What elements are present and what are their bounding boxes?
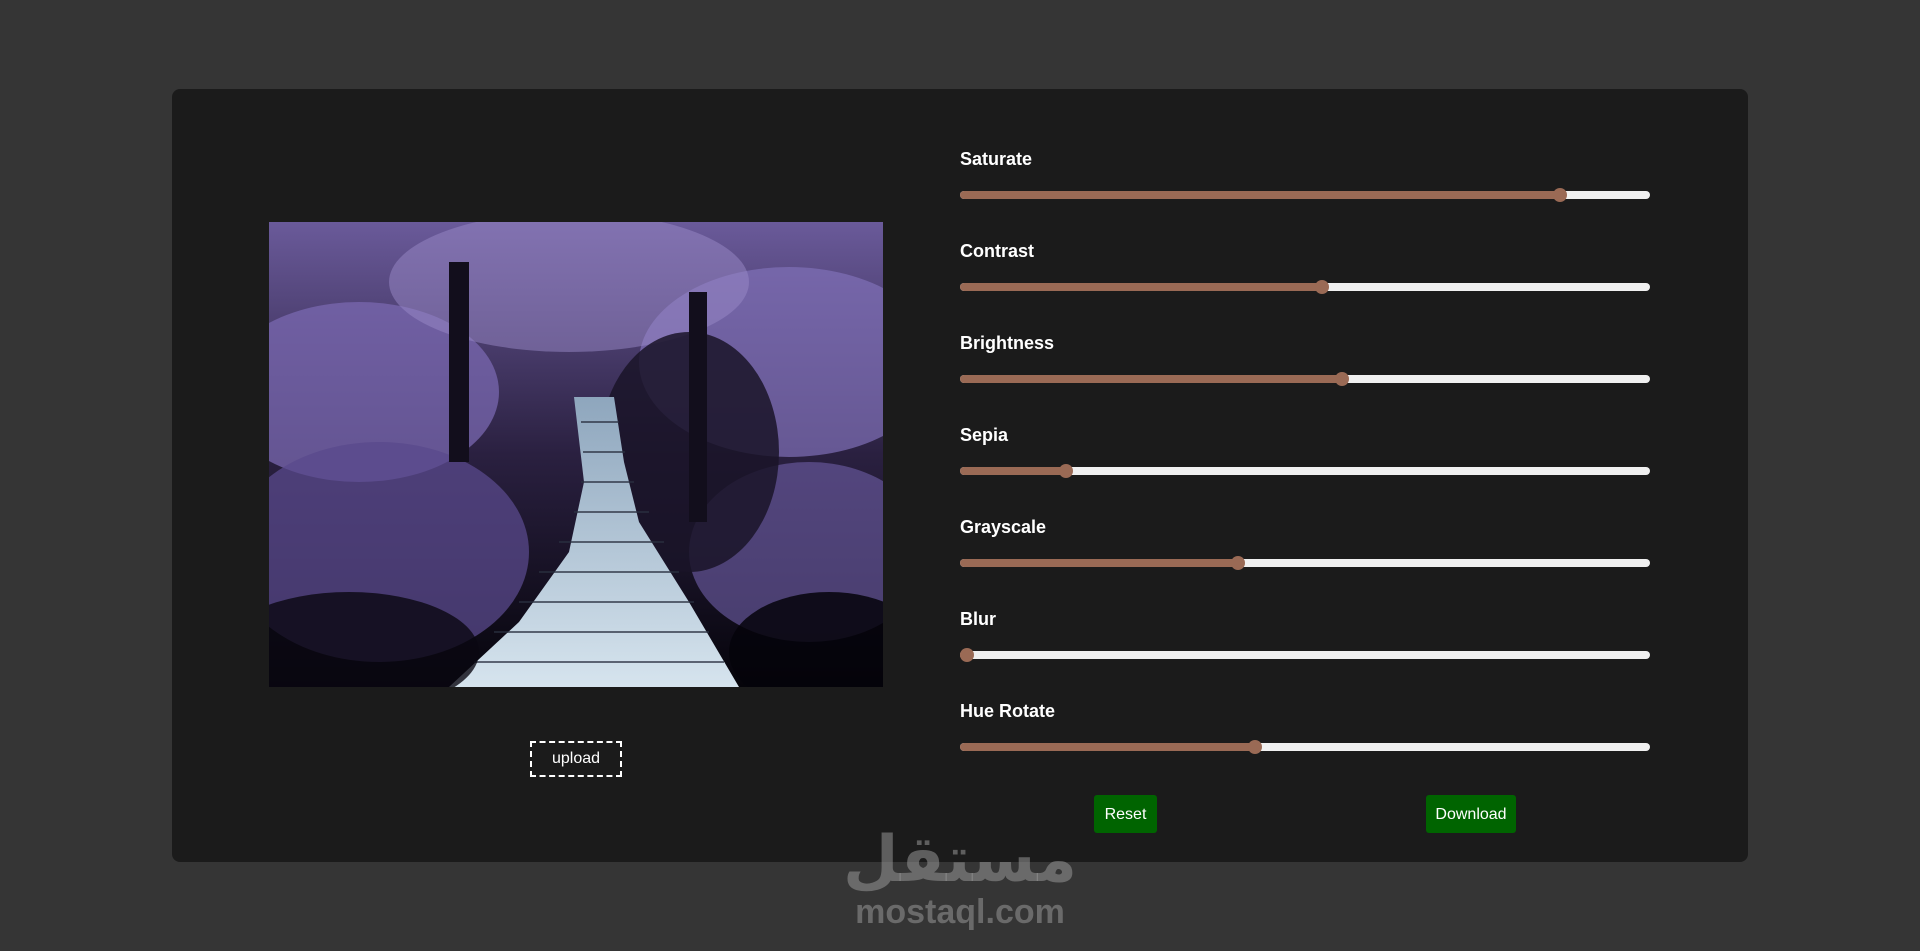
image-preview	[269, 222, 883, 687]
slider-thumb[interactable]	[959, 648, 974, 662]
filter-blur: Blur	[959, 607, 1650, 699]
grayscale-slider[interactable]	[960, 556, 1650, 570]
upload-button[interactable]: upload	[530, 741, 622, 777]
filter-label: Brightness	[960, 333, 1055, 353]
slider-thumb[interactable]	[1334, 372, 1349, 386]
filter-grayscale: Grayscale	[960, 515, 1650, 607]
slider-thumb[interactable]	[1247, 740, 1262, 754]
filter-brightness: Brightness	[960, 331, 1650, 423]
slider-fill	[960, 559, 1239, 567]
slider-thumb[interactable]	[1315, 280, 1330, 294]
slider-fill	[960, 743, 1255, 751]
slider-thumb[interactable]	[1231, 556, 1246, 570]
filter-label: Sepia	[960, 425, 1009, 445]
filter-saturate: Saturate	[960, 147, 1650, 239]
download-button[interactable]: Download	[1426, 795, 1516, 833]
preview-image	[269, 222, 883, 687]
filter-label: Hue Rotate	[960, 701, 1056, 721]
slider-thumb[interactable]	[1553, 188, 1568, 202]
saturate-slider[interactable]	[960, 188, 1650, 202]
filter-label: Grayscale	[960, 517, 1047, 537]
filter-controls: Saturate Contrast Brightness Sepia Grays…	[959, 147, 1650, 791]
filter-sepia: Sepia	[960, 423, 1650, 515]
filter-label: Contrast	[960, 241, 1035, 261]
reset-button[interactable]: Reset	[1094, 795, 1157, 833]
sepia-slider[interactable]	[960, 464, 1650, 478]
brightness-slider[interactable]	[960, 372, 1650, 386]
slider-fill	[960, 283, 1323, 291]
blur-slider[interactable]	[959, 648, 1650, 662]
slider-fill	[960, 375, 1342, 383]
filter-hue-rotate: Hue Rotate	[960, 699, 1650, 791]
filter-label: Blur	[960, 609, 996, 629]
slider-fill	[960, 191, 1561, 199]
watermark-arabic: مستقل	[842, 823, 1078, 897]
filter-label: Saturate	[960, 149, 1033, 169]
watermark-latin: mostaql.com	[855, 893, 1065, 931]
slider-thumb[interactable]	[1059, 464, 1074, 478]
filter-contrast: Contrast	[960, 239, 1650, 331]
watermark-logo: مستقل mostaql.com	[830, 820, 1090, 950]
slider-fill	[960, 467, 1067, 475]
contrast-slider[interactable]	[960, 280, 1650, 294]
hue-rotate-slider[interactable]	[960, 740, 1650, 754]
